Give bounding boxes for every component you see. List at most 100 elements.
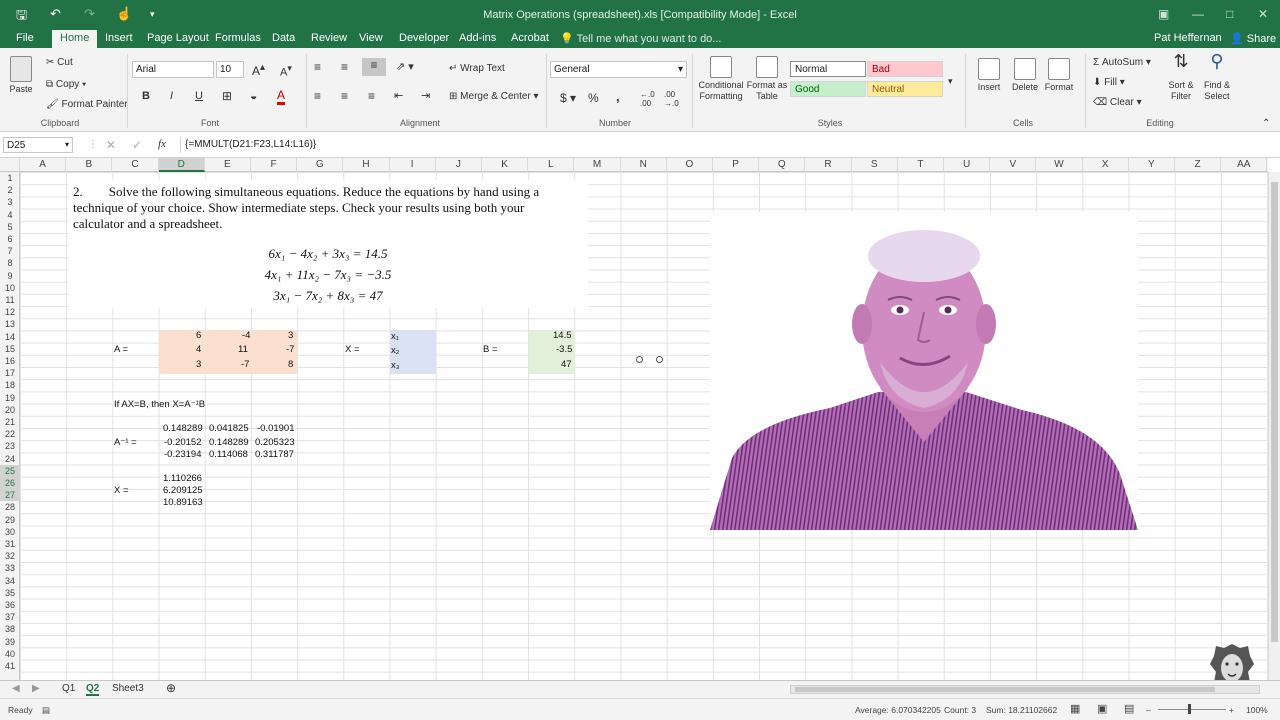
align-top-icon[interactable]: ≡ [314, 60, 321, 74]
style-bad[interactable]: Bad [867, 61, 943, 77]
bold-button[interactable]: B [142, 90, 150, 102]
tell-me-search[interactable]: 💡 Tell me what you want to do... [560, 32, 721, 45]
normal-view-icon[interactable]: ▦ [1070, 702, 1080, 715]
borders-icon[interactable]: ⊞ [222, 89, 232, 103]
fill-color-icon[interactable]: ◒ [250, 89, 257, 103]
column-header-f[interactable]: F [251, 158, 298, 172]
decrease-indent-icon[interactable]: ⇤ [394, 89, 403, 102]
align-left-icon[interactable]: ≡ [314, 89, 321, 103]
ainv-cell-21[interactable]: -0.20152 [164, 437, 202, 449]
a-cell-12[interactable]: -4 [242, 330, 250, 342]
italic-button[interactable]: I [170, 90, 173, 102]
style-normal[interactable]: Normal [790, 61, 866, 77]
row-header[interactable]: 39 [0, 636, 20, 648]
a-cell-11[interactable]: 6 [196, 330, 201, 342]
decrease-font-icon[interactable]: A▾ [280, 63, 292, 79]
h-scroll-thumb[interactable] [795, 687, 1215, 692]
column-header-aa[interactable]: AA [1221, 158, 1268, 172]
column-header-w[interactable]: W [1036, 158, 1083, 172]
row-header[interactable]: 31 [0, 538, 20, 550]
conditional-formatting-button[interactable]: Conditional Formatting [697, 56, 745, 102]
cancel-entry-icon[interactable]: ✕ [106, 138, 116, 152]
a-cell-33[interactable]: 8 [288, 359, 293, 371]
column-header-x[interactable]: X [1083, 158, 1129, 172]
number-format-select[interactable]: General ▾ [550, 61, 687, 78]
x-result-3[interactable]: 10.89163 [163, 497, 203, 509]
row-header[interactable]: 21 [0, 416, 20, 428]
vertical-scrollbar[interactable] [1268, 172, 1280, 680]
row-header[interactable]: 23 [0, 440, 20, 452]
tab-formulas[interactable]: Formulas [215, 32, 261, 44]
a-cell-13[interactable]: 3 [288, 330, 293, 342]
row-header[interactable]: 14 [0, 331, 20, 343]
percent-button[interactable]: % [588, 91, 599, 105]
row-header[interactable]: 2 [0, 184, 20, 196]
tab-view[interactable]: View [359, 32, 383, 44]
clear-button[interactable]: ⌫ Clear ▾ [1093, 97, 1142, 108]
a-cell-22[interactable]: 11 [238, 344, 248, 356]
row-header[interactable]: 6 [0, 233, 20, 245]
x-var-1[interactable]: x₁ [391, 331, 399, 343]
row-header[interactable]: 27 [0, 489, 20, 502]
row-header[interactable]: 30 [0, 526, 20, 538]
row-header[interactable]: 17 [0, 367, 20, 379]
align-right-icon[interactable]: ≡ [368, 89, 375, 103]
row-header[interactable]: 34 [0, 575, 20, 587]
maximize-icon[interactable]: □ [1226, 7, 1233, 21]
formula-input[interactable]: {=MMULT(D21:F23,L14:L16)} [180, 137, 1276, 153]
paste-button[interactable]: Paste [6, 56, 36, 95]
x-var-3[interactable]: x₃ [391, 360, 400, 372]
format-painter-button[interactable]: 🖌 Format Painter [46, 99, 128, 110]
macro-record-icon[interactable]: ▤ [42, 705, 50, 716]
a-cell-32[interactable]: -7 [241, 359, 249, 371]
column-header-k[interactable]: K [482, 158, 529, 172]
zoom-level[interactable]: 100% [1246, 705, 1268, 715]
tab-review[interactable]: Review [311, 32, 347, 44]
column-header-j[interactable]: J [436, 158, 482, 172]
orientation-icon[interactable]: ⇗ ▾ [396, 60, 414, 73]
row-header[interactable]: 37 [0, 611, 20, 623]
row-header[interactable]: 32 [0, 550, 20, 562]
row-header[interactable]: 10 [0, 282, 20, 294]
fill-button[interactable]: ⬇ Fill ▾ [1093, 77, 1125, 88]
page-break-view-icon[interactable]: ▤ [1124, 702, 1134, 715]
row-header[interactable]: 29 [0, 514, 20, 526]
align-bottom-icon[interactable]: ≡ [362, 58, 386, 76]
ainv-cell-12[interactable]: 0.041825 [209, 423, 249, 435]
close-icon[interactable]: ✕ [1258, 7, 1268, 21]
collapse-ribbon-icon[interactable]: ⌃ [1262, 118, 1270, 129]
merge-center-button[interactable]: ⊞ Merge & Center ▾ [449, 91, 539, 102]
row-header[interactable]: 4 [0, 209, 20, 221]
user-name[interactable]: Pat Heffernan [1154, 32, 1222, 44]
zoom-slider-thumb[interactable] [1188, 704, 1191, 714]
column-header-p[interactable]: P [713, 158, 760, 172]
page-layout-view-icon[interactable]: ▣ [1097, 702, 1107, 715]
row-header[interactable]: 25 [0, 464, 20, 477]
a-cell-23[interactable]: -7 [286, 344, 294, 356]
column-header-o[interactable]: O [667, 158, 713, 172]
row-header[interactable]: 28 [0, 501, 20, 513]
tab-insert[interactable]: Insert [105, 32, 133, 44]
column-header-n[interactable]: N [621, 158, 667, 172]
comma-button[interactable]: , [616, 89, 620, 104]
increase-indent-icon[interactable]: ⇥ [421, 89, 430, 102]
row-header[interactable]: 12 [0, 306, 20, 318]
minimize-icon[interactable]: — [1192, 7, 1204, 21]
tab-file[interactable]: File [16, 32, 34, 44]
column-header-z[interactable]: Z [1175, 158, 1222, 172]
row-header[interactable]: 40 [0, 648, 20, 660]
new-sheet-button[interactable]: ⊕ [166, 681, 176, 695]
tab-data[interactable]: Data [272, 32, 295, 44]
a-cell-31[interactable]: 3 [196, 359, 201, 371]
ribbon-display-icon[interactable]: ▣ [1158, 7, 1169, 21]
share-button[interactable]: 👤 Share [1230, 32, 1276, 45]
decrease-decimal-icon[interactable]: .00 →.0 [664, 90, 679, 108]
a-cell-21[interactable]: 4 [196, 344, 201, 356]
name-box[interactable]: D25 ▾ [3, 137, 73, 153]
wrap-text-button[interactable]: ↵ Wrap Text [449, 63, 505, 74]
sort-filter-button[interactable]: ⇅ Sort & Filter [1164, 52, 1198, 102]
copy-button[interactable]: ⧉ Copy ▾ [46, 79, 86, 90]
worksheet-grid[interactable]: 2. Solve the following simultaneous equa… [20, 172, 1268, 680]
increase-decimal-icon[interactable]: ←.0.00 [640, 90, 655, 108]
insert-cells-button[interactable]: Insert [972, 58, 1006, 93]
